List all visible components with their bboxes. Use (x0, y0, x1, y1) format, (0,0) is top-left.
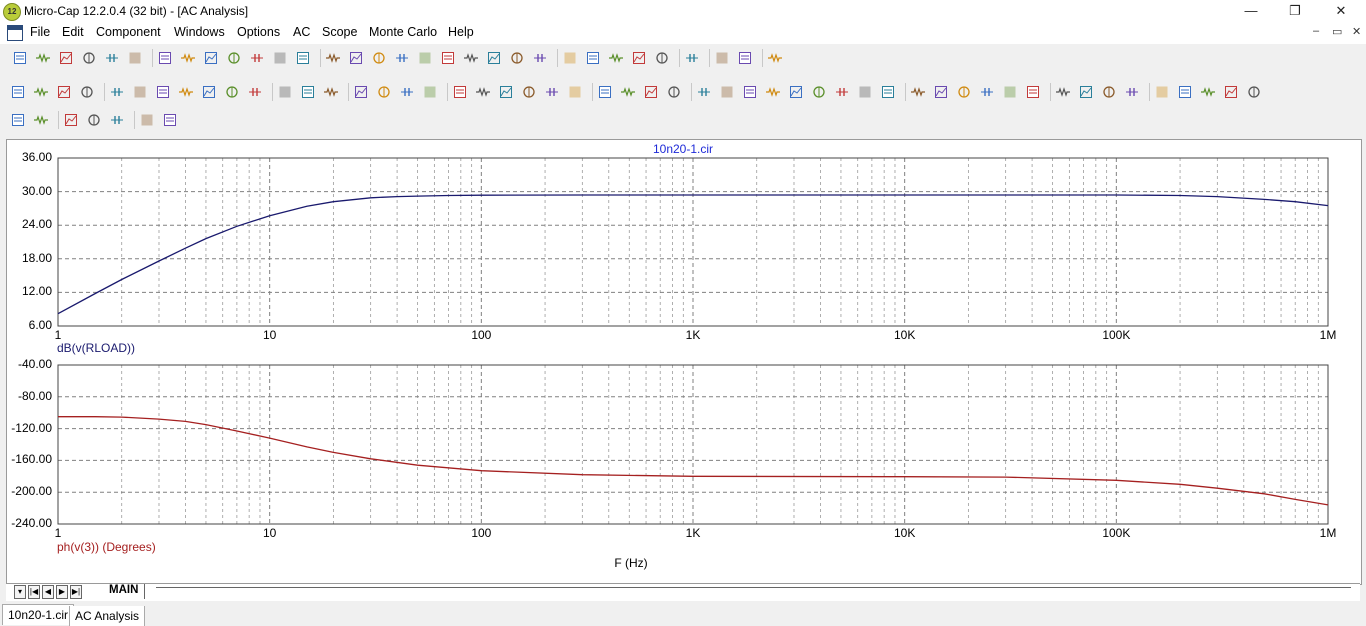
y-tick-label: -200.00 (2, 484, 52, 498)
x-tick-label: 1K (673, 328, 713, 342)
y-tick-label: 36.00 (2, 150, 52, 164)
sheet-menu-button[interactable]: ▾ (14, 585, 26, 599)
y-tick-label: 18.00 (2, 251, 52, 265)
x-tick-label: 100 (461, 328, 501, 342)
y-axis-label: ph(v(3)) (Degrees) (57, 540, 156, 554)
x-tick-label: 1 (38, 526, 78, 540)
x-tick-label: 100K (1096, 526, 1136, 540)
y-tick-label: 12.00 (2, 284, 52, 298)
x-tick-label: 100 (461, 526, 501, 540)
x-tick-label: 10K (885, 526, 925, 540)
sheet-tab-main[interactable]: MAIN (103, 584, 145, 599)
document-tabs: 10n20-1.cir AC Analysis (0, 602, 1366, 625)
x-tick-label: 10 (250, 328, 290, 342)
prev-sheet-button[interactable]: ◀ (42, 585, 54, 599)
y-axis-label: dB(v(RLOAD)) (57, 341, 135, 355)
x-axis-label: F (Hz) (0, 556, 1262, 570)
x-tick-label: 1 (38, 328, 78, 342)
x-tick-label: 10 (250, 526, 290, 540)
first-sheet-button[interactable]: |◀ (28, 585, 40, 599)
horizontal-scrollbar[interactable] (156, 587, 1351, 588)
x-tick-label: 1M (1308, 526, 1348, 540)
series-line (58, 195, 1328, 314)
sheet-tab-bar: ▾ |◀ ◀ ▶ ▶| MAIN (6, 583, 1360, 601)
y-tick-label: -40.00 (2, 357, 52, 371)
doc-tab-circuit[interactable]: 10n20-1.cir (2, 604, 74, 625)
y-tick-label: -120.00 (2, 421, 52, 435)
last-sheet-button[interactable]: ▶| (70, 585, 82, 599)
y-tick-label: 24.00 (2, 217, 52, 231)
doc-tab-ac-analysis[interactable]: AC Analysis (69, 606, 145, 626)
y-tick-label: -80.00 (2, 389, 52, 403)
x-tick-label: 100K (1096, 328, 1136, 342)
x-tick-label: 1M (1308, 328, 1348, 342)
next-sheet-button[interactable]: ▶ (56, 585, 68, 599)
x-tick-label: 1K (673, 526, 713, 540)
plot-canvas[interactable] (0, 0, 1366, 600)
y-tick-label: -160.00 (2, 452, 52, 466)
y-tick-label: 30.00 (2, 184, 52, 198)
x-tick-label: 10K (885, 328, 925, 342)
